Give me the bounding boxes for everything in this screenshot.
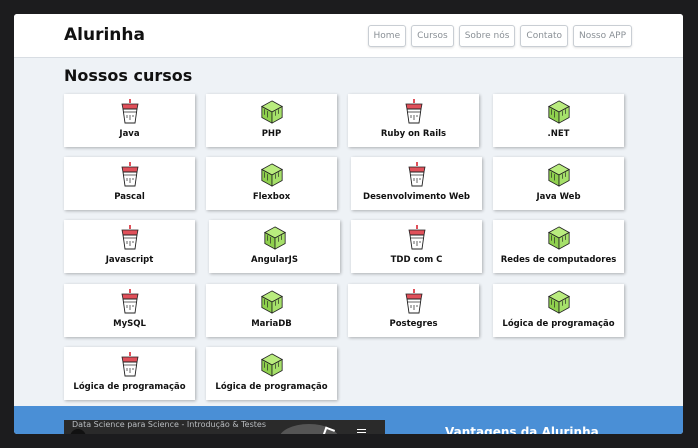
green-cube-icon	[547, 99, 571, 125]
course-card[interactable]: Flexbox	[206, 157, 337, 210]
green-cube-icon	[260, 99, 284, 125]
coffee-cup-icon	[405, 225, 429, 251]
course-card[interactable]: Ruby on Rails	[348, 94, 479, 147]
main-nav: Home Cursos Sobre nós Contato Nosso APP	[363, 25, 632, 47]
coffee-cup-icon	[118, 289, 142, 315]
course-label: Redes de computadores	[500, 255, 617, 265]
page-title: Nossos cursos	[64, 66, 193, 85]
course-label: Ruby on Rails	[380, 129, 447, 139]
share-icon[interactable]	[322, 426, 336, 434]
green-cube-icon	[263, 225, 287, 251]
browser-viewport: Alurinha Home Cursos Sobre nós Contato Nosso…	[14, 14, 683, 434]
brand-logo[interactable]: Alurinha	[64, 25, 145, 45]
course-label: Lógica de programação	[73, 382, 186, 392]
green-cube-icon	[547, 289, 571, 315]
channel-avatar[interactable]: a	[70, 429, 86, 434]
nav-contato-button[interactable]: Contato	[520, 25, 568, 47]
coffee-cup-icon	[402, 99, 426, 125]
coffee-cup-icon	[118, 225, 142, 251]
coffee-cup-icon	[118, 352, 142, 378]
advantages-heading: Vantagens da Alurinha	[445, 425, 599, 434]
course-label: .NET	[547, 129, 570, 139]
course-label: Lógica de programação	[215, 382, 328, 392]
site-header: Alurinha Home Cursos Sobre nós Contato Nosso…	[14, 14, 683, 58]
green-cube-icon	[547, 162, 571, 188]
course-card[interactable]: Redes de computadores	[493, 220, 624, 273]
course-card[interactable]: Java	[64, 94, 195, 147]
course-card[interactable]: Desenvolvimento Web	[351, 157, 482, 210]
course-label: Flexbox	[252, 192, 291, 202]
course-label: PHP	[261, 129, 282, 139]
course-card[interactable]: Postegres	[348, 284, 479, 337]
video-embed[interactable]: Data Science para Science - Introdução &…	[64, 420, 385, 434]
course-card[interactable]: .NET	[493, 94, 624, 147]
menu-icon[interactable]	[357, 429, 366, 434]
green-cube-icon	[260, 162, 284, 188]
course-label: Pascal	[114, 192, 145, 202]
course-label: Javascript	[105, 255, 154, 265]
nav-nosso-app-button[interactable]: Nosso APP	[573, 25, 632, 47]
green-cube-icon	[260, 289, 284, 315]
course-card[interactable]: Lógica de programação	[64, 347, 195, 400]
course-card[interactable]: MariaDB	[206, 284, 337, 337]
course-card[interactable]: TDD com C	[351, 220, 482, 273]
course-label: MariaDB	[251, 319, 292, 329]
course-label: MySQL	[113, 319, 146, 329]
coffee-cup-icon	[118, 99, 142, 125]
course-card[interactable]: Lógica de programação	[493, 284, 624, 337]
course-card[interactable]: MySQL	[64, 284, 195, 337]
course-label: Desenvolvimento Web	[363, 192, 470, 202]
course-label: AngularJS	[251, 255, 298, 265]
course-label: Postegres	[389, 319, 438, 329]
nav-home-button[interactable]: Home	[367, 25, 407, 47]
green-cube-icon	[547, 225, 571, 251]
course-card[interactable]: Java Web	[493, 157, 624, 210]
video-title: Data Science para Science - Introdução &…	[72, 420, 266, 429]
nav-cursos-button[interactable]: Cursos	[411, 25, 454, 47]
course-label: TDD com C	[390, 255, 443, 265]
coffee-cup-icon	[118, 162, 142, 188]
course-label: Lógica de programação	[502, 319, 615, 329]
coffee-cup-icon	[405, 162, 429, 188]
course-card[interactable]: Javascript	[64, 220, 195, 273]
green-cube-icon	[260, 352, 284, 378]
course-card[interactable]: Pascal	[64, 157, 195, 210]
course-card[interactable]: PHP	[206, 94, 337, 147]
course-card[interactable]: AngularJS	[209, 220, 340, 273]
course-label: Java Web	[536, 192, 581, 202]
course-label: Java	[119, 129, 140, 139]
coffee-cup-icon	[402, 289, 426, 315]
nav-sobre-nos-button[interactable]: Sobre nós	[458, 25, 516, 47]
course-card[interactable]: Lógica de programação	[206, 347, 337, 400]
